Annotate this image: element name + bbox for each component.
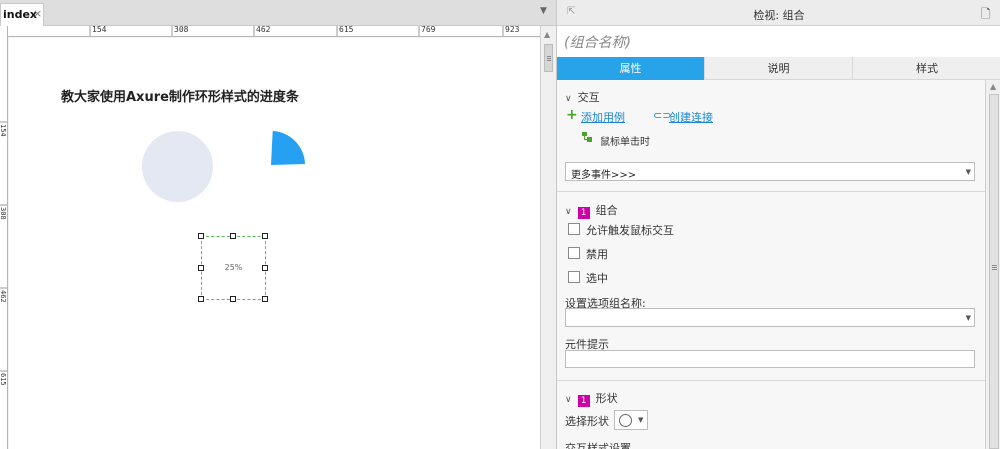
- resize-handle-ne[interactable]: [262, 233, 268, 239]
- circle-shape-icon: [619, 414, 632, 427]
- progress-percent-label: 25%: [224, 263, 243, 272]
- inspector-panel: ⇱ 检视: 组合 🗋 (组合名称) 属性 说明 样式 ∨ 交互 + 添加用例 ⊂⊃…: [556, 0, 1000, 449]
- select-shape-label: 选择形状: [565, 415, 609, 428]
- selected-group-box[interactable]: 25%: [198, 233, 268, 302]
- scroll-thumb[interactable]: [989, 94, 999, 449]
- scroll-thumb[interactable]: [544, 44, 553, 72]
- selected-checkbox[interactable]: [568, 271, 580, 283]
- tab-notes[interactable]: 说明: [705, 57, 853, 80]
- widget-name-row: (组合名称): [557, 26, 1000, 57]
- scroll-up-icon[interactable]: ▲: [544, 30, 550, 39]
- editor-pane: index × ▼ 154 308 462 615 769 923 154 30…: [0, 0, 556, 449]
- resize-handle-nw[interactable]: [198, 233, 204, 239]
- progress-arc-sector: [271, 131, 305, 165]
- canvas-scrollbar[interactable]: ▲: [540, 26, 556, 449]
- checkbox-label[interactable]: 禁用: [586, 246, 608, 262]
- ruler-h-label: 615: [339, 26, 354, 34]
- axure-workspace: index × ▼ 154 308 462 615 769 923 154 30…: [0, 0, 1000, 449]
- create-link-link[interactable]: 创建连接: [669, 109, 713, 125]
- checkbox-label[interactable]: 允许触发鼠标交互: [586, 222, 674, 238]
- document-icon[interactable]: 🗋: [981, 5, 991, 26]
- more-events-dropdown[interactable]: 更多事件>>> ▼: [565, 162, 975, 181]
- widget-name-field[interactable]: (组合名称): [564, 32, 631, 52]
- resize-handle-n[interactable]: [230, 233, 236, 239]
- inspector-tabs: 属性 说明 样式: [557, 57, 1000, 80]
- tab-index[interactable]: index ×: [0, 3, 44, 26]
- inspector-header: ⇱ 检视: 组合 🗋: [557, 0, 1000, 26]
- checkbox-label[interactable]: 选中: [586, 270, 608, 286]
- shape-picker[interactable]: ▼: [614, 410, 648, 430]
- tab-menu-icon[interactable]: ▼: [540, 6, 547, 16]
- ruler-h-label: 923: [505, 26, 520, 34]
- tab-properties[interactable]: 属性: [557, 57, 705, 80]
- progress-track-circle[interactable]: [142, 131, 213, 202]
- inspector-title: 检视: 组合: [753, 9, 805, 22]
- horizontal-ruler: 154 308 462 615 769 923: [8, 26, 540, 37]
- add-case-link[interactable]: 添加用例: [581, 109, 625, 125]
- close-icon[interactable]: ×: [33, 7, 42, 20]
- dropdown-arrow-icon: ▼: [638, 416, 644, 424]
- more-events-value: 更多事件>>>: [571, 170, 637, 181]
- allow-mouse-interaction-checkbox[interactable]: [568, 223, 580, 235]
- shape-section-label: 形状: [595, 392, 618, 405]
- chevron-down-icon: ∨: [565, 94, 572, 104]
- event-on-click[interactable]: 鼠标单击时: [600, 133, 650, 148]
- ruler-v-label: 615: [0, 373, 7, 386]
- option-group-name-dropdown[interactable]: ▼: [565, 308, 975, 327]
- ruler-h-label: 462: [256, 26, 271, 34]
- page-tab-bar: index × ▼: [0, 0, 556, 26]
- page-heading[interactable]: 教大家使用Axure制作环形样式的进度条: [61, 86, 299, 105]
- resize-handle-e[interactable]: [262, 265, 268, 271]
- ruler-v-label: 308: [0, 207, 7, 220]
- inspector-scrollbar[interactable]: ▲: [985, 80, 1000, 449]
- count-badge: 1: [577, 207, 590, 219]
- design-canvas[interactable]: 教大家使用Axure制作环形样式的进度条 25%: [9, 38, 540, 449]
- ruler-h-label: 154: [92, 26, 107, 34]
- tooltip-input[interactable]: [565, 350, 975, 368]
- inspector-body: ∨ 交互 + 添加用例 ⊂⊃ 创建连接 鼠标单击时 更多事件>>> ▼ ∨ 1 组合 …: [557, 80, 985, 449]
- interaction-section-header[interactable]: ∨ 交互: [565, 89, 600, 105]
- dropdown-arrow-icon: ▼: [965, 314, 971, 322]
- tab-style[interactable]: 样式: [853, 57, 1000, 80]
- group-section-header[interactable]: ∨ 1 组合: [565, 202, 618, 219]
- chevron-down-icon: ∨: [565, 395, 572, 405]
- add-icon[interactable]: +: [566, 107, 578, 123]
- ruler-v-label: 462: [0, 290, 7, 303]
- count-badge: 1: [577, 395, 590, 407]
- interaction-style-label[interactable]: 交互样式设置: [565, 440, 631, 449]
- vertical-ruler: 154 308 462 615: [0, 26, 8, 449]
- ruler-h-label: 769: [421, 26, 436, 34]
- resize-handle-sw[interactable]: [198, 296, 204, 302]
- event-flow-icon: [582, 132, 592, 142]
- dropdown-arrow-icon: ▼: [965, 168, 971, 176]
- resize-handle-se[interactable]: [262, 296, 268, 302]
- group-section-label: 组合: [595, 204, 618, 217]
- disabled-checkbox[interactable]: [568, 247, 580, 259]
- resize-handle-w[interactable]: [198, 265, 204, 271]
- shape-section-header[interactable]: ∨ 1 形状: [565, 390, 618, 407]
- section-divider: [557, 380, 985, 381]
- ruler-h-label: 308: [174, 26, 189, 34]
- ruler-v-label: 154: [0, 124, 7, 137]
- section-divider: [557, 191, 985, 192]
- interaction-section-label: 交互: [577, 91, 600, 104]
- tab-label: index: [3, 8, 38, 21]
- scroll-up-icon[interactable]: ▲: [990, 82, 996, 91]
- resize-handle-s[interactable]: [230, 296, 236, 302]
- progress-arc[interactable]: [271, 131, 307, 193]
- chevron-down-icon: ∨: [565, 207, 572, 217]
